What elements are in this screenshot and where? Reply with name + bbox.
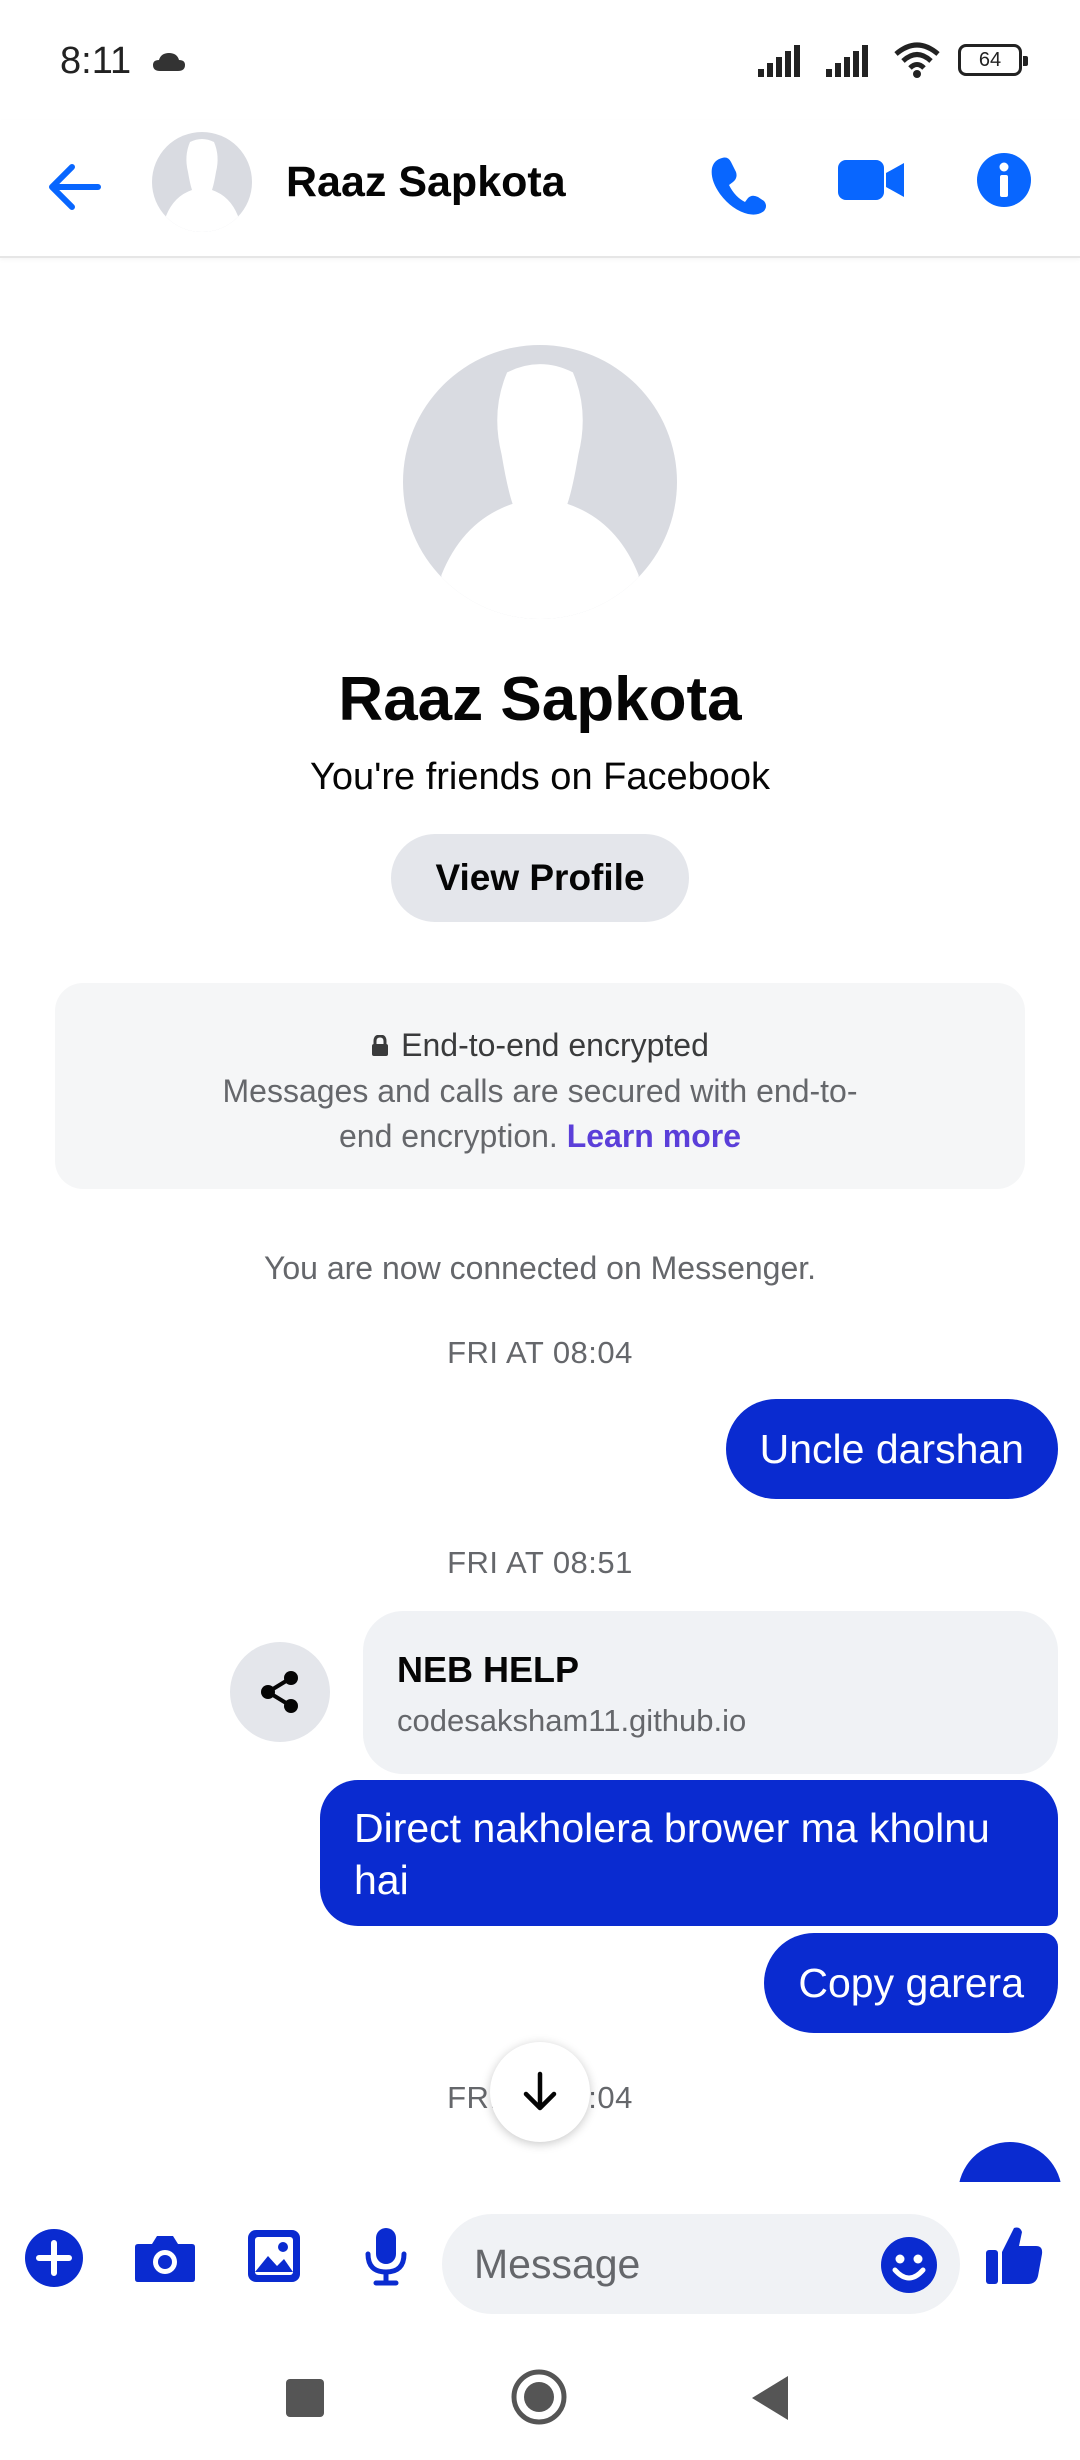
encryption-body: Messages and calls are secured with end-…	[222, 1072, 858, 1154]
phone-icon[interactable]	[708, 154, 768, 216]
recent-apps-icon[interactable]	[285, 2378, 325, 2418]
cloud-icon	[153, 53, 185, 71]
battery-level: 64	[978, 48, 1002, 71]
connected-notice: You are now connected on Messenger.	[263, 1250, 817, 1286]
message-bubble-sent[interactable]: Uncle darshan	[725, 1399, 1058, 1499]
default-person-icon	[441, 364, 639, 619]
status-icons: 64	[758, 42, 1028, 78]
link-preview-card[interactable]: NEB HELP codesaksham11.github.io	[363, 1611, 1058, 1774]
encryption-title-row: End-to-end encrypted	[371, 1023, 709, 1068]
signal-icon	[758, 45, 800, 77]
video-call-icon[interactable]	[838, 158, 906, 202]
share-icon	[261, 1671, 298, 1713]
default-person-icon	[166, 139, 238, 232]
message-timestamp: FRI AT 08:04	[447, 1335, 633, 1370]
nav-back-icon[interactable]	[750, 2374, 790, 2422]
chat-header: Raaz Sapkota	[0, 120, 1080, 258]
message-bubble-sent[interactable]: Direct nakholera brower ma kholnu hai	[320, 1780, 1058, 1926]
emoji-icon[interactable]	[880, 2236, 938, 2294]
arrow-down-icon	[523, 2071, 557, 2111]
status-time: 8:11	[60, 40, 132, 82]
system-navigation-bar	[0, 2332, 1080, 2460]
signal-icon-2	[826, 45, 868, 77]
view-profile-button[interactable]: View Profile	[391, 834, 689, 922]
lock-icon	[372, 1034, 389, 1056]
message-bubble-sent[interactable]: Copy garera	[764, 1933, 1058, 2033]
wifi-icon	[894, 42, 940, 78]
share-button[interactable]	[230, 1642, 330, 1742]
profile-name: Raaz Sapkota	[338, 665, 742, 734]
microphone-icon[interactable]	[364, 2226, 408, 2286]
message-timestamp: FRI AT 08:51	[447, 1545, 633, 1580]
message-text: Uncle darshan	[759, 1426, 1024, 1472]
back-arrow-icon[interactable]	[46, 162, 102, 212]
message-text: Copy garera	[798, 1960, 1024, 2006]
thumbs-up-icon[interactable]	[984, 2224, 1044, 2286]
gallery-icon[interactable]	[246, 2228, 302, 2284]
message-text: Direct nakholera brower ma kholnu hai	[354, 1805, 990, 1903]
message-composer	[0, 2182, 1080, 2332]
status-bar: 8:11 64	[0, 0, 1080, 120]
battery-indicator: 64	[958, 44, 1028, 76]
profile-avatar[interactable]	[403, 345, 677, 619]
encryption-title: End-to-end encrypted	[401, 1027, 709, 1063]
link-title: NEB HELP	[397, 1649, 580, 1690]
contact-name[interactable]: Raaz Sapkota	[286, 158, 566, 207]
camera-icon[interactable]	[134, 2232, 196, 2284]
home-icon[interactable]	[510, 2368, 568, 2426]
encryption-body-wrap: Messages and calls are secured with end-…	[55, 1069, 1025, 1159]
scroll-to-bottom-button[interactable]	[490, 2042, 590, 2142]
relationship-text: You're friends on Facebook	[309, 756, 771, 798]
link-url: codesaksham11.github.io	[397, 1703, 747, 1738]
encryption-notice: End-to-end encrypted Messages and calls …	[55, 983, 1025, 1189]
plus-icon[interactable]	[24, 2228, 84, 2288]
info-icon[interactable]	[976, 152, 1032, 208]
avatar[interactable]	[152, 132, 252, 232]
learn-more-link[interactable]: Learn more	[567, 1118, 741, 1154]
